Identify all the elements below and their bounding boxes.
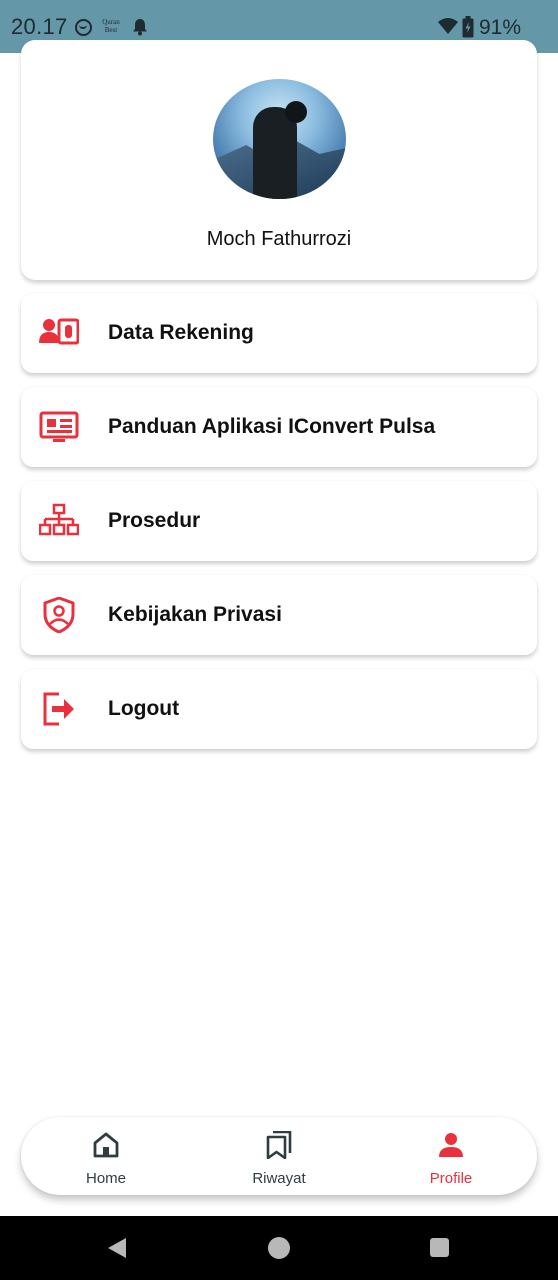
nav-profile-label: Profile [429, 1170, 473, 1187]
wifi-icon [438, 18, 458, 34]
menu-label: Data Rekening [108, 321, 254, 344]
quran-best-line2: Best [104, 26, 118, 34]
bell-icon [133, 19, 147, 36]
avatar-head [285, 101, 307, 123]
back-icon[interactable] [108, 1238, 126, 1258]
profile-header-card: Moch Fathurrozi [21, 40, 537, 280]
account-card-icon [39, 318, 79, 345]
battery-icon [462, 16, 474, 38]
menu-item-data-rekening[interactable]: Data Rekening [21, 293, 537, 373]
person-icon [439, 1133, 463, 1157]
guide-monitor-icon [39, 411, 79, 442]
menu-item-panduan[interactable]: Panduan Aplikasi IConvert Pulsa [21, 387, 537, 467]
system-navigation-bar [0, 1216, 558, 1280]
status-time: 20.17 [11, 14, 68, 39]
quran-best-icon: Quran Best [100, 18, 122, 34]
home-circle-icon[interactable] [268, 1237, 290, 1259]
nav-profile[interactable]: Profile [391, 1117, 511, 1195]
home-icon [93, 1132, 119, 1158]
user-name: Moch Fathurrozi [206, 228, 352, 250]
recent-apps-icon[interactable] [430, 1238, 449, 1257]
privacy-shield-icon [43, 597, 75, 633]
nav-home[interactable]: Home [46, 1117, 166, 1195]
bottom-navigation: Home Riwayat Profile [21, 1117, 537, 1195]
app-notification-icon [75, 19, 92, 36]
sitemap-icon [39, 503, 79, 536]
menu-item-kebijakan-privasi[interactable]: Kebijakan Privasi [21, 575, 537, 655]
nav-riwayat-label: Riwayat [252, 1170, 306, 1187]
menu-label: Prosedur [108, 509, 201, 532]
menu-item-prosedur[interactable]: Prosedur [21, 481, 537, 561]
menu-item-logout[interactable]: Logout [21, 669, 537, 749]
avatar[interactable] [213, 79, 346, 199]
nav-home-label: Home [85, 1170, 126, 1187]
quran-best-line1: Quran [102, 18, 120, 26]
nav-riwayat[interactable]: Riwayat [219, 1117, 339, 1195]
menu-label: Kebijakan Privasi [108, 603, 282, 626]
menu-label: Panduan Aplikasi IConvert Pulsa [108, 415, 436, 438]
logout-icon [43, 692, 74, 726]
menu-label: Logout [108, 697, 180, 720]
bookmarks-icon [266, 1131, 292, 1159]
battery-percent: 91% [479, 16, 522, 39]
